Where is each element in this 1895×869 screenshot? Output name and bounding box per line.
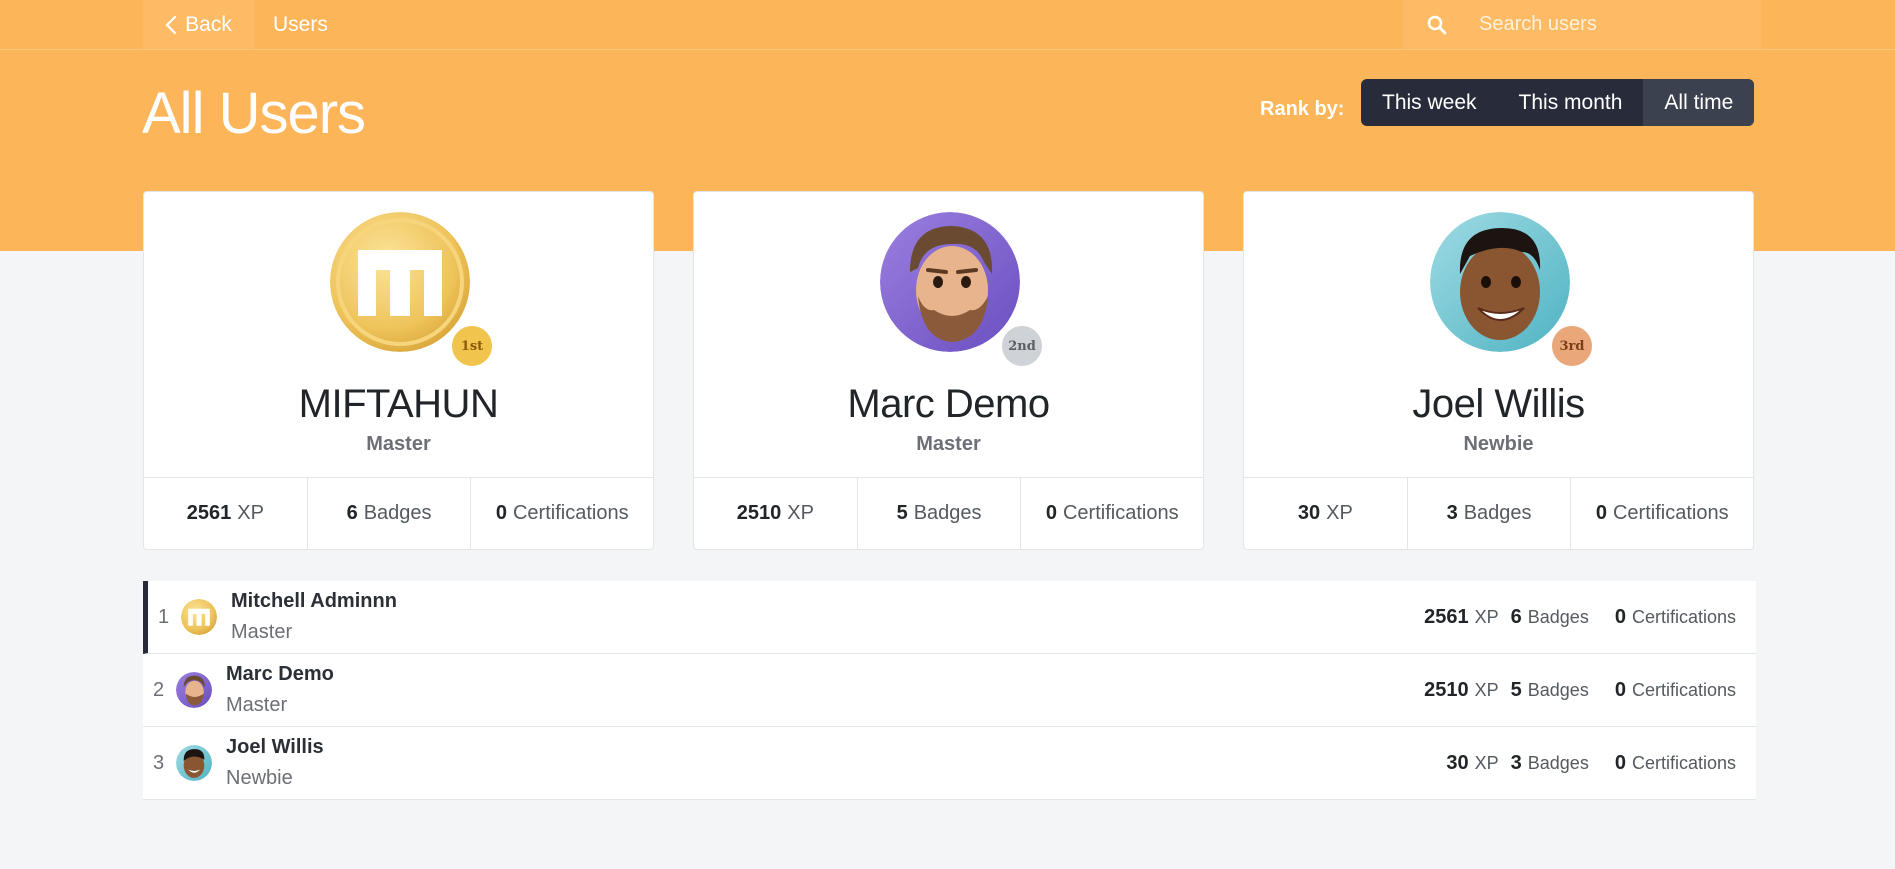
podium-name: MIFTAHUN [298,382,499,426]
avatar [1430,212,1570,352]
podium-card-third[interactable]: 3rd Joel Willis Newbie 30 XP 3 Badges 0 Cer… [1243,191,1754,550]
certifications-stat: 0 Certifications [495,502,629,524]
podium-rank: Master [366,433,431,455]
row-position: 1 [158,605,170,628]
certifications-stat: 0 Certifications [1595,502,1729,524]
rank-all-time-button[interactable]: All time [1643,79,1755,126]
badges-value: 5 [1510,678,1522,701]
xp-stat: 2510 XP [694,478,858,549]
row-stats: 2510 XP 5 Badges 0 Certifications [1424,654,1736,726]
podium-rank: Newbie [1463,433,1534,455]
medal-badge: 1st [450,324,494,368]
certifications-label: Certifications [1631,606,1736,627]
podium-card-first[interactable]: 1st MIFTAHUN Master 2561 XP 6 Badges 0 Cert… [143,191,654,550]
xp-value: 2510 [1424,678,1469,701]
row-user-rank: Master [226,694,288,716]
medal-badge: 3rd [1550,324,1594,368]
leaderboard-list: 1 Mitchell Adminnn Master 2561 XP 6 Badges… [143,581,1756,800]
xp-label: XP [1474,606,1499,627]
rank-period-toggle: This week This month All time [1361,79,1755,126]
podium-stats: 2510 XP 5 Badges 0 Certifications [694,477,1203,549]
badges-label: Badges [1527,752,1589,773]
certifications-value: 0 [1614,751,1626,774]
certifications-value: 0 [1614,605,1626,628]
podium-stats: 2561 XP 6 Badges 0 Certifications [144,477,653,549]
search-box [1403,0,1761,49]
certifications-label: Certifications [1631,752,1736,773]
badges-label: Badges [1527,679,1589,700]
table-row[interactable]: 3 Joel Willis Newbie 30 XP 3 Badges 0 Certi… [143,727,1756,800]
row-user-rank: Newbie [226,767,293,789]
back-button[interactable]: Back [143,0,254,49]
avatar [330,212,470,352]
podium-stats: 30 XP 3 Badges 0 Certifications [1244,477,1753,549]
top-navbar: Back Users [0,0,1895,50]
badges-value: 3 [1510,751,1522,774]
podium-rank: Master [916,433,981,455]
table-row[interactable]: 1 Mitchell Adminnn Master 2561 XP 6 Badges… [143,581,1756,654]
xp-label: XP [1474,679,1499,700]
avatar [176,672,212,708]
xp-stat: 30 XP [1244,478,1408,549]
back-label: Back [185,12,232,36]
badges-stat: 3 Badges [1408,478,1572,549]
xp-label: XP [1474,752,1499,773]
row-stats: 2561 XP 6 Badges 0 Certifications [1424,581,1736,653]
avatar [880,212,1020,352]
rank-this-week-button[interactable]: This week [1361,79,1498,126]
avatar [181,599,217,635]
certifications-value: 0 [1614,678,1626,701]
rank-this-month-button[interactable]: This month [1498,79,1644,126]
podium-name: Joel Willis [1412,382,1585,426]
podium-name: Marc Demo [847,382,1050,426]
chevron-left-icon [165,15,177,34]
row-position: 3 [153,751,165,774]
row-stats: 30 XP 3 Badges 0 Certifications [1446,727,1736,799]
row-user-name[interactable]: Marc Demo [226,663,334,686]
xp-value: 2561 [1424,605,1469,628]
badges-value: 6 [1510,605,1522,628]
search-input[interactable] [1477,12,1741,37]
row-user-name[interactable]: Mitchell Adminnn [231,590,397,613]
search-icon[interactable] [1425,13,1449,37]
certifications-label: Certifications [1631,679,1736,700]
avatar [176,745,212,781]
table-row[interactable]: 2 Marc Demo Master 2510 XP 5 Badges 0 Certi… [143,654,1756,727]
badges-label: Badges [1527,606,1589,627]
xp-stat: 2561 XP [144,478,308,549]
page-title: All Users [142,81,366,146]
badges-stat: 6 Badges [308,478,472,549]
rank-by-label: Rank by: [1260,98,1345,120]
podium-card-second[interactable]: 2nd Marc Demo Master 2510 XP 5 Badges 0 Cer… [693,191,1204,550]
certifications-stat: 0 Certifications [1045,502,1179,524]
row-user-rank: Master [231,621,293,643]
badges-stat: 5 Badges [858,478,1022,549]
medal-badge: 2nd [1000,324,1044,368]
row-position: 2 [153,678,165,701]
xp-value: 30 [1446,751,1469,774]
row-user-name[interactable]: Joel Willis [226,736,324,759]
breadcrumb: Users [273,12,328,36]
